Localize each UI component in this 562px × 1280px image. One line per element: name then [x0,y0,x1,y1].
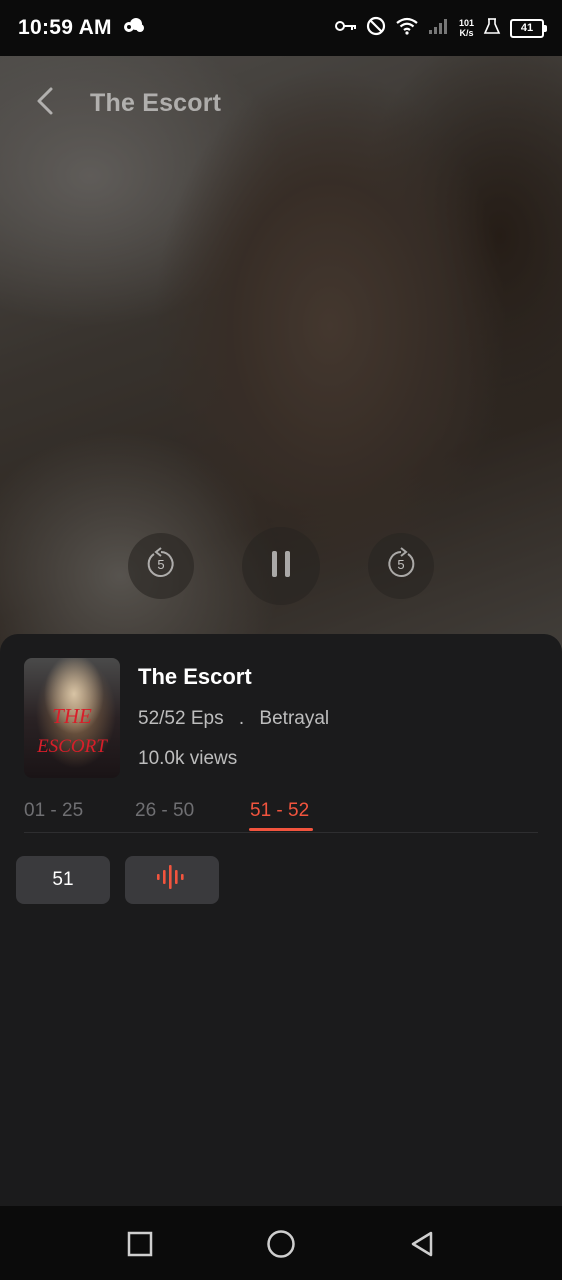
poster-text-the: THE [52,704,92,728]
show-title: The Escort [138,664,252,689]
flask-icon [483,17,501,40]
back-triangle-icon[interactable] [404,1226,440,1262]
rewind-button[interactable]: 5 [128,533,194,599]
wifi-icon [395,16,419,41]
episode-button-52-playing[interactable] [125,856,219,904]
block-icon [366,16,386,41]
poster-text-escort: ESCORT [37,736,107,757]
rewind-seconds: 5 [157,557,164,572]
forward-button[interactable]: 5 [368,533,434,599]
forward-5-icon: 5 [384,546,418,586]
battery-level: 41 [520,22,534,34]
episode-button-51[interactable]: 51 [16,856,110,904]
meta-separator: . [238,708,245,729]
network-speed: 101 K/s [459,18,474,38]
show-meta: 52/52 Eps . Betrayal [138,708,329,730]
system-nav-bar [0,1206,562,1280]
forward-seconds: 5 [397,557,404,572]
battery-icon: 41 [510,18,547,38]
rewind-5-icon: 5 [144,546,178,586]
cloud-icon [122,17,146,40]
net-speed-unit: K/s [459,28,474,38]
episode-label: 51 [52,869,74,890]
active-tab-indicator [249,828,313,831]
view-count: 10.0k views [138,748,238,769]
details-sheet: THE ESCORT The Escort 52/52 Eps . Betray… [0,634,562,1206]
chevron-left-icon [35,86,55,121]
tab-01-25[interactable]: 01 - 25 [24,800,83,822]
back-button[interactable] [30,86,60,120]
pause-button[interactable] [242,527,320,605]
poster-image[interactable]: THE ESCORT [24,658,120,778]
now-playing-waveform-icon [156,864,188,896]
key-icon [334,19,357,37]
tab-51-52[interactable]: 51 - 52 [250,800,309,822]
pause-icon [268,548,294,585]
status-bar: 10:59 AM 101 K/s 41 [0,0,562,56]
status-time: 10:59 AM [18,16,112,39]
recents-square-icon[interactable] [122,1226,158,1262]
tab-26-50[interactable]: 26 - 50 [135,800,194,822]
genre: Betrayal [259,708,330,729]
episode-range-tabs: 01 - 25 26 - 50 51 - 52 [24,800,538,833]
home-circle-icon[interactable] [263,1226,299,1262]
signal-icon [428,17,450,40]
video-title: The Escort [90,89,222,117]
net-speed-value: 101 [458,18,474,28]
video-player[interactable]: The Escort 5 5 [0,56,562,656]
episode-count: 52/52 Eps [138,708,224,729]
